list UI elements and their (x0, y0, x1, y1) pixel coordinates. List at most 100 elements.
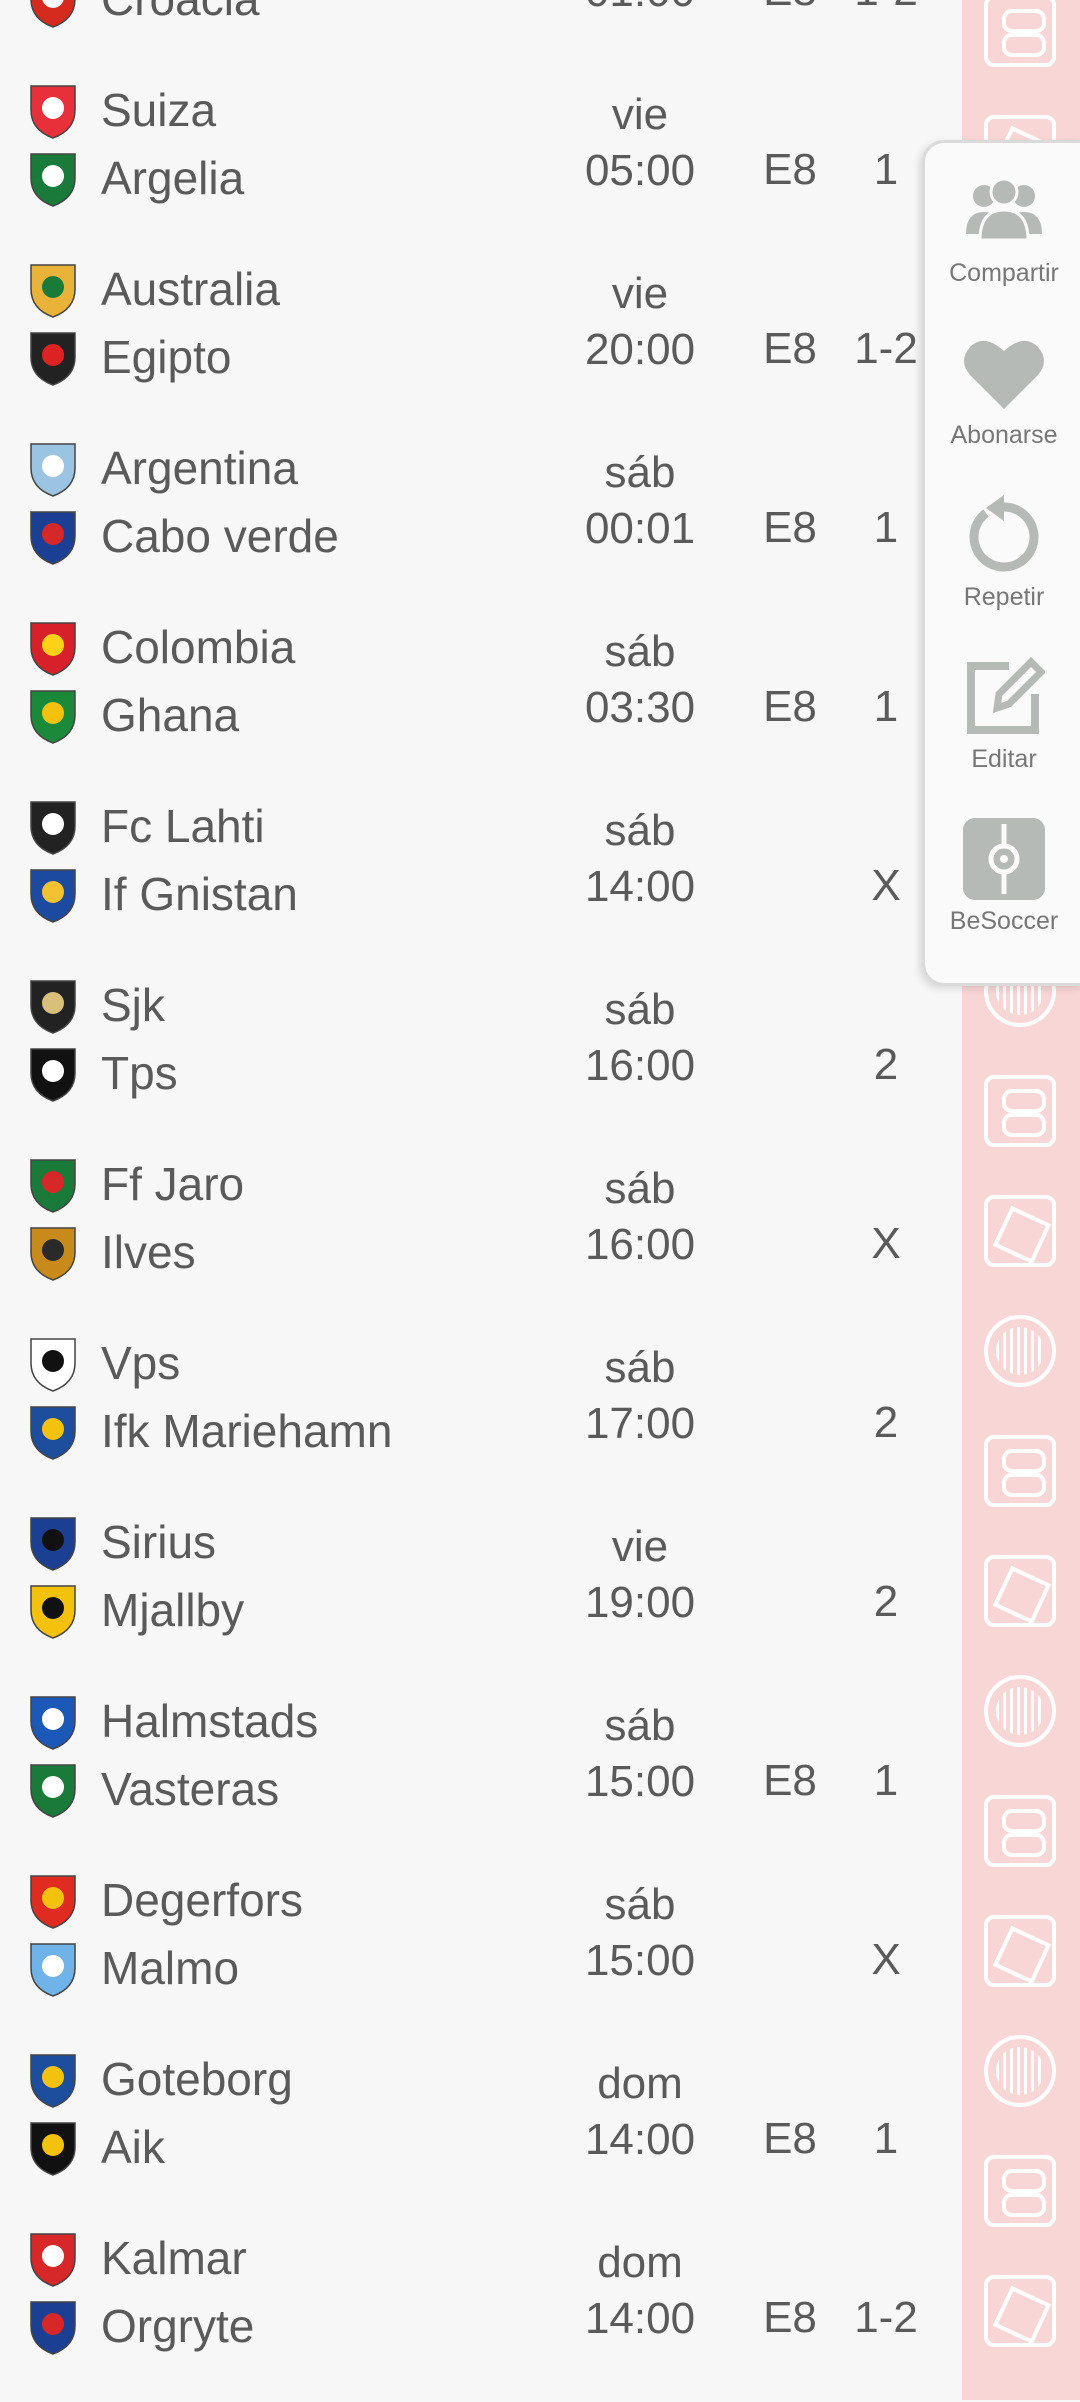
match-day: dom (597, 2238, 683, 2287)
prediction[interactable]: X (830, 1935, 942, 1985)
strip-pattern-tile (984, 1795, 1056, 1867)
match-row[interactable]: Fc Lahti If Gnistan sáb 14:00 X (0, 791, 960, 970)
away-team-name: Ifk Mariehamn (101, 1405, 393, 1457)
home-team-name: Sirius (101, 1516, 217, 1568)
match-code: E8 (763, 324, 817, 373)
away-team: Croacia (20, 0, 580, 34)
match-time: sáb 17:00 (540, 1340, 740, 1452)
match-code: E8 (763, 1756, 817, 1805)
edit-button[interactable]: Editar (925, 637, 1080, 787)
prediction[interactable]: 1 (830, 2114, 942, 2164)
prediction[interactable]: 1-2 (830, 0, 942, 16)
away-team: Ifk Mariehamn (20, 1396, 580, 1466)
share-label: Compartir (949, 259, 1059, 287)
match-hour: 05:00 (584, 146, 696, 195)
egypt-crest-icon (20, 325, 86, 389)
match-row[interactable]: Suiza Argelia vie 05:00 E8 1 (0, 75, 960, 254)
match-code: E8 (763, 2114, 817, 2163)
subscribe-button[interactable]: Abonarse (925, 313, 1080, 463)
repeat-button[interactable]: Repetir (925, 475, 1080, 625)
prediction[interactable]: 2 (830, 1040, 942, 1090)
home-team: Argentina (20, 433, 580, 503)
fc-lahti-crest-icon (20, 794, 86, 858)
match-code: E8 (763, 682, 817, 731)
away-team-name: Egipto (101, 331, 232, 383)
match-time: vie 05:00 (540, 87, 740, 199)
home-team-name: Sjk (101, 979, 165, 1031)
mjallby-crest-icon (20, 1578, 86, 1642)
besoccer-label: BeSoccer (949, 907, 1059, 935)
home-team: Halmstads (20, 1686, 580, 1756)
prediction[interactable]: 2 (830, 1398, 942, 1448)
match-time: dom 14:00 (540, 2235, 740, 2347)
match-row[interactable]: Vps Ifk Mariehamn sáb 17:00 2 (0, 1328, 960, 1507)
prediction[interactable]: 1 (830, 1756, 942, 1806)
match-time: sáb 00:01 (540, 445, 740, 557)
degerfors-crest-icon (20, 1868, 86, 1932)
share-button[interactable]: Compartir (925, 151, 1080, 301)
strip-pattern-tile (984, 1315, 1056, 1387)
australia-crest-icon (20, 257, 86, 321)
away-team: Mjallby (20, 1575, 580, 1645)
strip-pattern-tile (984, 1435, 1056, 1507)
away-team-name: Vasteras (101, 1763, 280, 1815)
match-row[interactable]: PortugalCroaciavie01:00E81-2 (0, 0, 960, 75)
match-row[interactable]: Halmstads Vasteras sáb 15:00 E8 1 (0, 1686, 960, 1865)
away-team-name: Malmo (101, 1942, 240, 1994)
orgryte-crest-icon (20, 2294, 86, 2358)
prediction[interactable]: 1-2 (830, 2293, 942, 2343)
match-time: sáb 14:00 (540, 803, 740, 915)
ff-jaro-crest-icon (20, 1152, 86, 1216)
match-code: E8 (763, 2293, 817, 2342)
match-row[interactable]: Degerfors Malmo sáb 15:00 X (0, 1865, 960, 2044)
besoccer-button[interactable]: BeSoccer (925, 799, 1080, 949)
strip-pattern-tile (984, 2035, 1056, 2107)
side-menu: Compartir Abonarse Repetir Editar BeSocc… (922, 140, 1080, 986)
aik-crest-icon (20, 2115, 86, 2179)
away-team: Egipto (20, 322, 580, 392)
home-team: Ff Jaro (20, 1149, 580, 1219)
match-row[interactable]: Argentina Cabo verde sáb 00:01 E8 1 (0, 433, 960, 612)
away-team: If Gnistan (20, 859, 580, 929)
match-day: sáb (604, 627, 676, 676)
away-team: Malmo (20, 1933, 580, 2003)
home-team-name: Fc Lahti (101, 800, 265, 852)
match-row[interactable]: Goteborg Aik dom 14:00 E8 1 (0, 2044, 960, 2223)
away-team: Vasteras (20, 1754, 580, 1824)
ifk-mariehamn-crest-icon (20, 1399, 86, 1463)
match-row[interactable]: Sirius Mjallby vie 19:00 2 (0, 1507, 960, 1686)
match-day: vie (611, 90, 669, 139)
match-row[interactable]: Kalmar Orgryte dom 14:00 E8 1-2 (0, 2223, 960, 2402)
away-team-name: If Gnistan (101, 868, 298, 920)
match-row[interactable]: Sjk Tps sáb 16:00 2 (0, 970, 960, 1149)
away-team: Tps (20, 1038, 580, 1108)
away-team-name: Argelia (101, 152, 245, 204)
home-team: Degerfors (20, 1865, 580, 1935)
match-day: vie (611, 269, 669, 318)
away-team: Cabo verde (20, 501, 580, 571)
home-team-name: Ff Jaro (101, 1158, 245, 1210)
match-day: sáb (604, 1343, 676, 1392)
match-hour: 17:00 (584, 1399, 696, 1448)
group-icon (962, 169, 1046, 253)
match-hour: 15:00 (584, 1936, 696, 1985)
match-row[interactable]: Colombia Ghana sáb 03:30 E8 1 (0, 612, 960, 791)
match-time: vie 20:00 (540, 266, 740, 378)
home-team-name: Halmstads (101, 1695, 319, 1747)
match-day: sáb (604, 985, 676, 1034)
match-row[interactable]: Australia Egipto vie 20:00 E8 1-2 (0, 254, 960, 433)
match-code: E8 (763, 145, 817, 194)
away-team-name: Croacia (101, 0, 260, 26)
sirius-crest-icon (20, 1510, 86, 1574)
match-hour: 14:00 (584, 2294, 696, 2343)
prediction[interactable]: X (830, 1219, 942, 1269)
home-team: Colombia (20, 612, 580, 682)
prediction[interactable]: 2 (830, 1577, 942, 1627)
match-row[interactable]: Ff Jaro Ilves sáb 16:00 X (0, 1149, 960, 1328)
vasteras-crest-icon (20, 1757, 86, 1821)
match-hour: 14:00 (584, 862, 696, 911)
home-team: Australia (20, 254, 580, 324)
match-hour: 15:00 (584, 1757, 696, 1806)
colombia-crest-icon (20, 615, 86, 679)
ilves-crest-icon (20, 1220, 86, 1284)
